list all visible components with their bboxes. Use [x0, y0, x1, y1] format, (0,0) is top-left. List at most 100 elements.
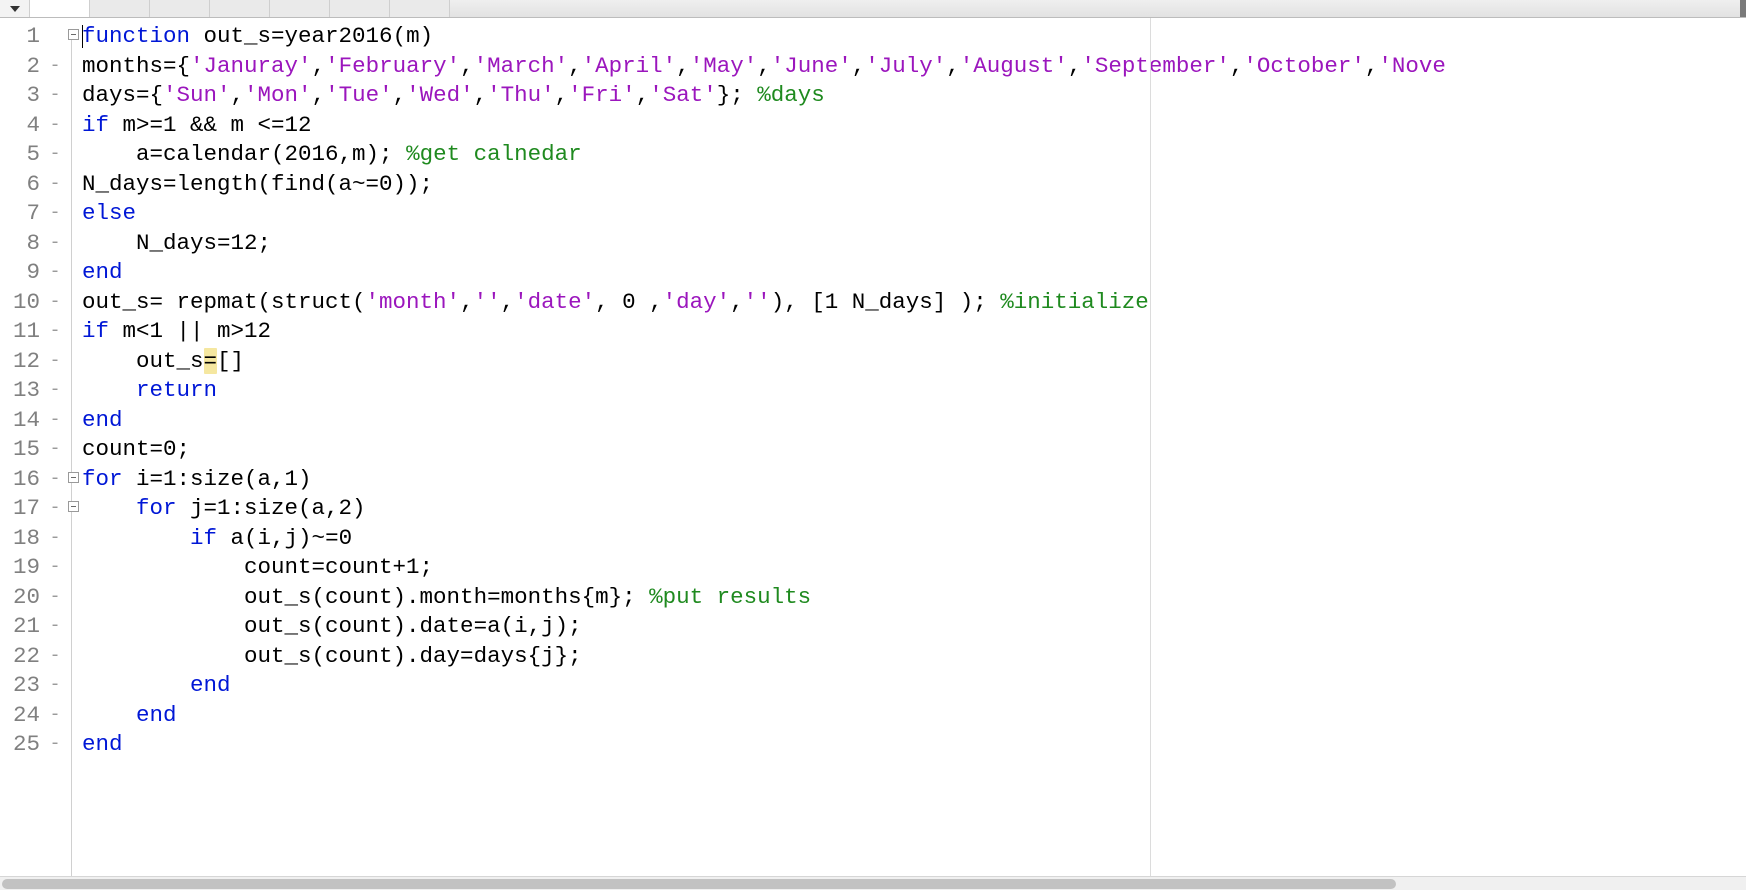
bp-marker[interactable]: - — [46, 317, 64, 347]
line-number: 18 — [0, 524, 46, 554]
line-number: 23 — [0, 671, 46, 701]
line-number: 7 — [0, 199, 46, 229]
code-line[interactable]: out_s=[] — [82, 347, 1746, 377]
code-line[interactable]: days={'Sun','Mon','Tue','Wed','Thu','Fri… — [82, 81, 1746, 111]
code-line[interactable]: end — [82, 671, 1746, 701]
bp-marker[interactable]: - — [46, 170, 64, 200]
code-line[interactable]: N_days=12; — [82, 229, 1746, 259]
line-number: 14 — [0, 406, 46, 436]
bp-marker[interactable]: - — [46, 376, 64, 406]
code-line[interactable]: end — [82, 406, 1746, 436]
bp-marker[interactable]: - — [46, 642, 64, 672]
line-number: 19 — [0, 553, 46, 583]
code-line[interactable]: if a(i,j)~=0 — [82, 524, 1746, 554]
code-line[interactable]: for i=1:size(a,1) — [82, 465, 1746, 495]
code-line[interactable]: months={'Januray','February','March','Ap… — [82, 52, 1746, 82]
tab-2[interactable] — [150, 0, 210, 17]
bp-marker[interactable]: - — [46, 524, 64, 554]
horizontal-scrollbar[interactable] — [0, 876, 1746, 890]
minus-box-icon — [68, 472, 79, 483]
line-number: 3 — [0, 81, 46, 111]
code-line[interactable]: end — [82, 701, 1746, 731]
line-number: 9 — [0, 258, 46, 288]
tab-4[interactable] — [270, 0, 330, 17]
bp-marker[interactable]: - — [46, 52, 64, 82]
bp-marker[interactable]: - — [46, 435, 64, 465]
tab-history-dropdown[interactable] — [0, 0, 30, 17]
tab-5[interactable] — [330, 0, 390, 17]
bp-marker[interactable]: - — [46, 347, 64, 377]
scrollbar-track[interactable] — [2, 879, 1744, 889]
line-number: 17 — [0, 494, 46, 524]
tab-active[interactable] — [30, 0, 90, 17]
bp-marker[interactable]: - — [46, 140, 64, 170]
bp-marker[interactable]: - — [46, 583, 64, 613]
bp-marker[interactable]: - — [46, 288, 64, 318]
code-line[interactable]: out_s= repmat(struct('month','','date', … — [82, 288, 1746, 318]
bp-marker[interactable]: - — [46, 465, 64, 495]
code-line[interactable]: count=count+1; — [82, 553, 1746, 583]
bp-marker[interactable] — [46, 22, 64, 52]
code-line[interactable]: function out_s=year2016(m) — [82, 22, 1746, 52]
line-number: 15 — [0, 435, 46, 465]
tab-6[interactable] — [390, 0, 450, 17]
bp-marker[interactable]: - — [46, 701, 64, 731]
code-line[interactable]: N_days=length(find(a~=0)); — [82, 170, 1746, 200]
fold-toggle[interactable] — [64, 494, 82, 524]
fold-toggle[interactable] — [64, 465, 82, 495]
line-number: 6 — [0, 170, 46, 200]
line-number: 10 — [0, 288, 46, 318]
code-line[interactable]: if m>=1 && m <=12 — [82, 111, 1746, 141]
code-line[interactable]: a=calendar(2016,m); %get calnedar — [82, 140, 1746, 170]
bp-marker[interactable]: - — [46, 258, 64, 288]
line-number: 4 — [0, 111, 46, 141]
line-number: 20 — [0, 583, 46, 613]
code-line[interactable]: end — [82, 258, 1746, 288]
code-line[interactable]: count=0; — [82, 435, 1746, 465]
lint-highlight: = — [204, 348, 218, 374]
bp-marker[interactable]: - — [46, 229, 64, 259]
line-number: 22 — [0, 642, 46, 672]
line-number: 24 — [0, 701, 46, 731]
code-line[interactable]: if m<1 || m>12 — [82, 317, 1746, 347]
breakpoint-gutter[interactable]: - - - - - - - - - - - - - - - - - - - - … — [46, 18, 64, 876]
tab-bar — [0, 0, 1746, 18]
chevron-down-icon — [10, 6, 20, 12]
bp-marker[interactable]: - — [46, 406, 64, 436]
code-line[interactable]: return — [82, 376, 1746, 406]
bp-marker[interactable]: - — [46, 494, 64, 524]
bp-marker[interactable]: - — [46, 553, 64, 583]
bp-marker[interactable]: - — [46, 612, 64, 642]
fold-toggle[interactable] — [64, 22, 82, 52]
code-line[interactable]: out_s(count).day=days{j}; — [82, 642, 1746, 672]
minus-box-icon — [68, 501, 79, 512]
bp-marker[interactable]: - — [46, 81, 64, 111]
bp-marker[interactable]: - — [46, 111, 64, 141]
line-number: 2 — [0, 52, 46, 82]
tab-1[interactable] — [90, 0, 150, 17]
code-line[interactable]: out_s(count).month=months{m}; %put resul… — [82, 583, 1746, 613]
line-number: 1 — [0, 22, 46, 52]
line-number: 13 — [0, 376, 46, 406]
bp-marker[interactable]: - — [46, 199, 64, 229]
line-number: 25 — [0, 730, 46, 760]
code-line[interactable]: for j=1:size(a,2) — [82, 494, 1746, 524]
bp-marker[interactable]: - — [46, 730, 64, 760]
editor-body: 1 2 3 4 5 6 7 8 9 10 11 12 13 14 15 16 1… — [0, 18, 1746, 876]
line-number: 16 — [0, 465, 46, 495]
line-number: 12 — [0, 347, 46, 377]
scrollbar-thumb[interactable] — [2, 879, 1396, 889]
code-text-area[interactable]: function out_s=year2016(m) months={'Janu… — [82, 18, 1746, 876]
code-line[interactable]: else — [82, 199, 1746, 229]
tab-3[interactable] — [210, 0, 270, 17]
right-margin-line — [1150, 18, 1151, 876]
fold-gutter — [64, 18, 82, 876]
code-line[interactable]: out_s(count).date=a(i,j); — [82, 612, 1746, 642]
bp-marker[interactable]: - — [46, 671, 64, 701]
line-number: 21 — [0, 612, 46, 642]
line-number: 11 — [0, 317, 46, 347]
line-number: 5 — [0, 140, 46, 170]
line-number-gutter: 1 2 3 4 5 6 7 8 9 10 11 12 13 14 15 16 1… — [0, 18, 46, 876]
line-number: 8 — [0, 229, 46, 259]
code-line[interactable]: end — [82, 730, 1746, 760]
